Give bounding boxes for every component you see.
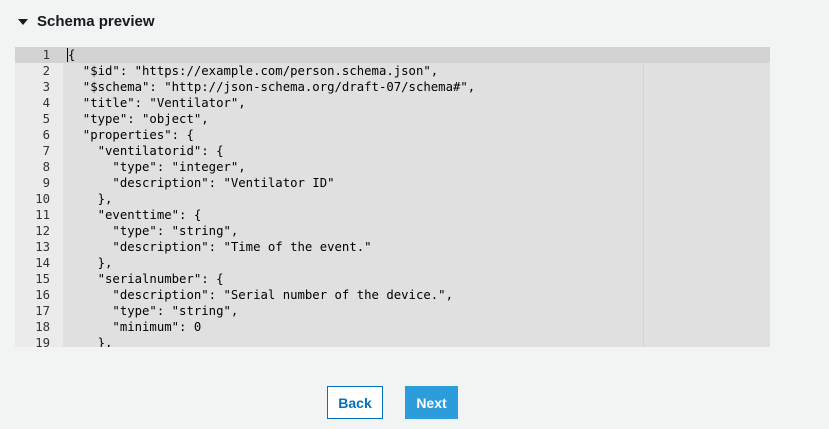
code-text: "type": "object", [68, 112, 209, 126]
code-line: 6 "properties": { [15, 127, 770, 143]
code-editor[interactable]: 1{2 "$id": "https://example.com/person.s… [15, 47, 770, 347]
code-line: 17 "type": "string", [15, 303, 770, 319]
line-number: 12 [35, 224, 50, 238]
line-number: 4 [42, 96, 50, 110]
code-text: "ventilatorid": { [68, 144, 224, 158]
code-text: }, [68, 192, 113, 206]
code-line: 16 "description": "Serial number of the … [15, 287, 770, 303]
code-text: "description": "Serial number of the dev… [68, 288, 453, 302]
line-number: 16 [35, 288, 50, 302]
line-number: 14 [35, 256, 50, 270]
line-number: 10 [35, 192, 50, 206]
code-lines: 1{2 "$id": "https://example.com/person.s… [15, 47, 770, 347]
code-line: 11 "eventtime": { [15, 207, 770, 223]
code-text: "type": "string", [68, 224, 239, 238]
code-line: 12 "type": "string", [15, 223, 770, 239]
code-line: 1{ [15, 47, 770, 63]
schema-preview-toggle[interactable]: Schema preview [18, 13, 155, 30]
code-text: "$schema": "http://json-schema.org/draft… [68, 80, 476, 94]
line-number: 17 [35, 304, 50, 318]
line-number: 18 [35, 320, 50, 334]
line-number: 5 [42, 112, 50, 126]
code-text: { [68, 48, 76, 62]
code-text: "eventtime": { [68, 208, 202, 222]
back-button[interactable]: Back [327, 386, 383, 419]
line-number: 11 [35, 208, 50, 222]
next-button[interactable]: Next [405, 386, 458, 419]
line-number: 6 [42, 128, 50, 142]
code-line: 2 "$id": "https://example.com/person.sch… [15, 63, 770, 79]
line-number: 9 [42, 176, 50, 190]
code-text: "properties": { [68, 128, 194, 142]
code-text: "title": "Ventilator", [68, 96, 246, 110]
code-line: 18 "minimum": 0 [15, 319, 770, 335]
code-text: "minimum": 0 [68, 320, 202, 334]
code-text: "description": "Ventilator ID" [68, 176, 335, 190]
line-number: 2 [42, 64, 50, 78]
line-number: 13 [35, 240, 50, 254]
code-line: 8 "type": "integer", [15, 159, 770, 175]
section-title: Schema preview [37, 13, 155, 30]
code-text: }, [68, 336, 113, 347]
code-line: 14 }, [15, 255, 770, 271]
line-number: 7 [42, 144, 50, 158]
code-text: }, [68, 256, 113, 270]
code-line: 9 "description": "Ventilator ID" [15, 175, 770, 191]
code-line: 5 "type": "object", [15, 111, 770, 127]
line-number: 19 [35, 336, 50, 347]
code-line: 10 }, [15, 191, 770, 207]
code-line: 3 "$schema": "http://json-schema.org/dra… [15, 79, 770, 95]
caret-down-icon[interactable] [18, 19, 28, 25]
code-text: "type": "integer", [68, 160, 246, 174]
code-line: 4 "title": "Ventilator", [15, 95, 770, 111]
code-text: "$id": "https://example.com/person.schem… [68, 64, 439, 78]
text-cursor [67, 48, 68, 62]
line-number: 8 [42, 160, 50, 174]
code-line: 13 "description": "Time of the event." [15, 239, 770, 255]
code-line: 15 "serialnumber": { [15, 271, 770, 287]
code-text: "description": "Time of the event." [68, 240, 372, 254]
code-line: 7 "ventilatorid": { [15, 143, 770, 159]
code-text: "serialnumber": { [68, 272, 224, 286]
code-line: 19 }, [15, 335, 770, 347]
line-number: 3 [42, 80, 50, 94]
code-text: "type": "string", [68, 304, 239, 318]
line-number: 15 [35, 272, 50, 286]
line-number: 1 [42, 48, 50, 62]
